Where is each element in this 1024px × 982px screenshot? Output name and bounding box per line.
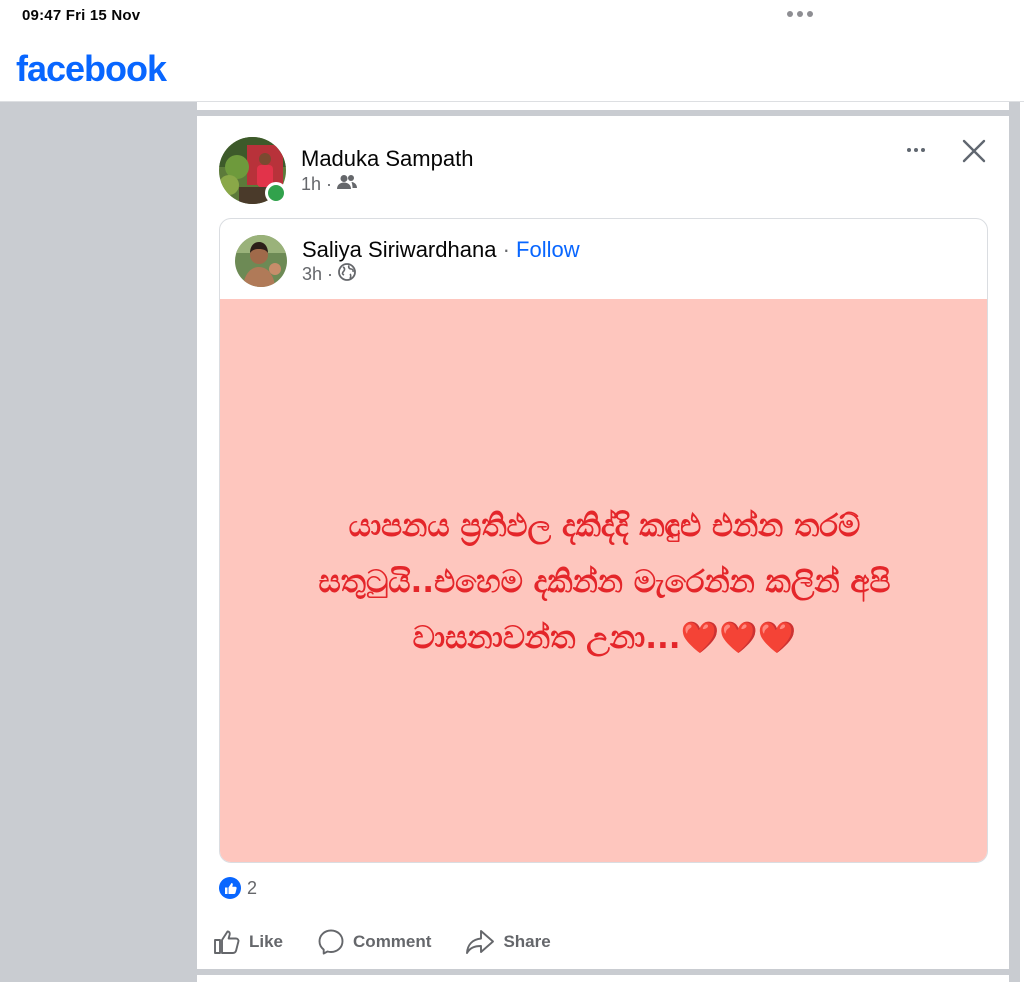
thumbs-up-icon [213,929,241,955]
next-post-edge [197,975,1009,982]
post-time[interactable]: 1h [301,174,321,195]
like-reaction-icon [219,877,241,899]
share-icon [465,929,495,955]
post-author-name[interactable]: Maduka Sampath [301,146,473,172]
post-meta: 1h · [301,174,358,195]
previous-post-edge [197,102,1009,110]
shared-author-avatar[interactable] [235,235,287,287]
close-icon[interactable] [961,138,987,164]
globe-icon [338,263,356,286]
reaction-summary[interactable]: 2 [219,877,257,899]
follow-button[interactable]: Follow [516,237,580,262]
meta-separator: · [327,264,334,284]
friends-icon [337,174,358,195]
more-options-icon[interactable] [902,142,930,158]
shared-post-meta: 3h · [302,263,356,286]
shared-post[interactable]: Saliya Siriwardhana · Follow 3h · යාපනය … [219,218,988,863]
like-button[interactable]: Like [213,928,283,956]
facebook-logo[interactable]: facebook [16,48,167,90]
meta-separator: · [326,174,333,194]
comment-icon [317,928,345,956]
post-card: Maduka Sampath 1h · Saliya Siriwardhana … [197,116,1009,969]
app-header: facebook [0,34,1024,102]
post-text: යාපනය ප්‍රතිඵල දකිද්දි කඳුළු එන්න තරම් ස… [318,507,891,656]
status-bar: 09:47 Fri 15 Nov [0,0,1024,34]
multitasking-dots-icon[interactable] [787,11,813,17]
share-button[interactable]: Share [465,928,551,956]
status-background: යාපනය ප්‍රතිඵල දකිද්දි කඳුළු එන්න තරම් ස… [220,299,987,862]
shared-post-time[interactable]: 3h [302,264,322,285]
like-label: Like [249,932,284,951]
shared-author-name[interactable]: Saliya Siriwardhana [302,237,496,262]
online-status-badge [265,182,287,204]
reaction-count: 2 [247,877,258,898]
scroll-edge [1020,102,1024,982]
post-actions: Like Comment Share [213,928,551,956]
share-label: Share [503,932,551,951]
name-separator: · [502,237,510,262]
status-time: 09:47 Fri 15 Nov [22,7,141,24]
comment-label: Comment [353,932,432,951]
shared-author-row: Saliya Siriwardhana · Follow [302,237,580,263]
comment-button[interactable]: Comment [317,928,431,956]
